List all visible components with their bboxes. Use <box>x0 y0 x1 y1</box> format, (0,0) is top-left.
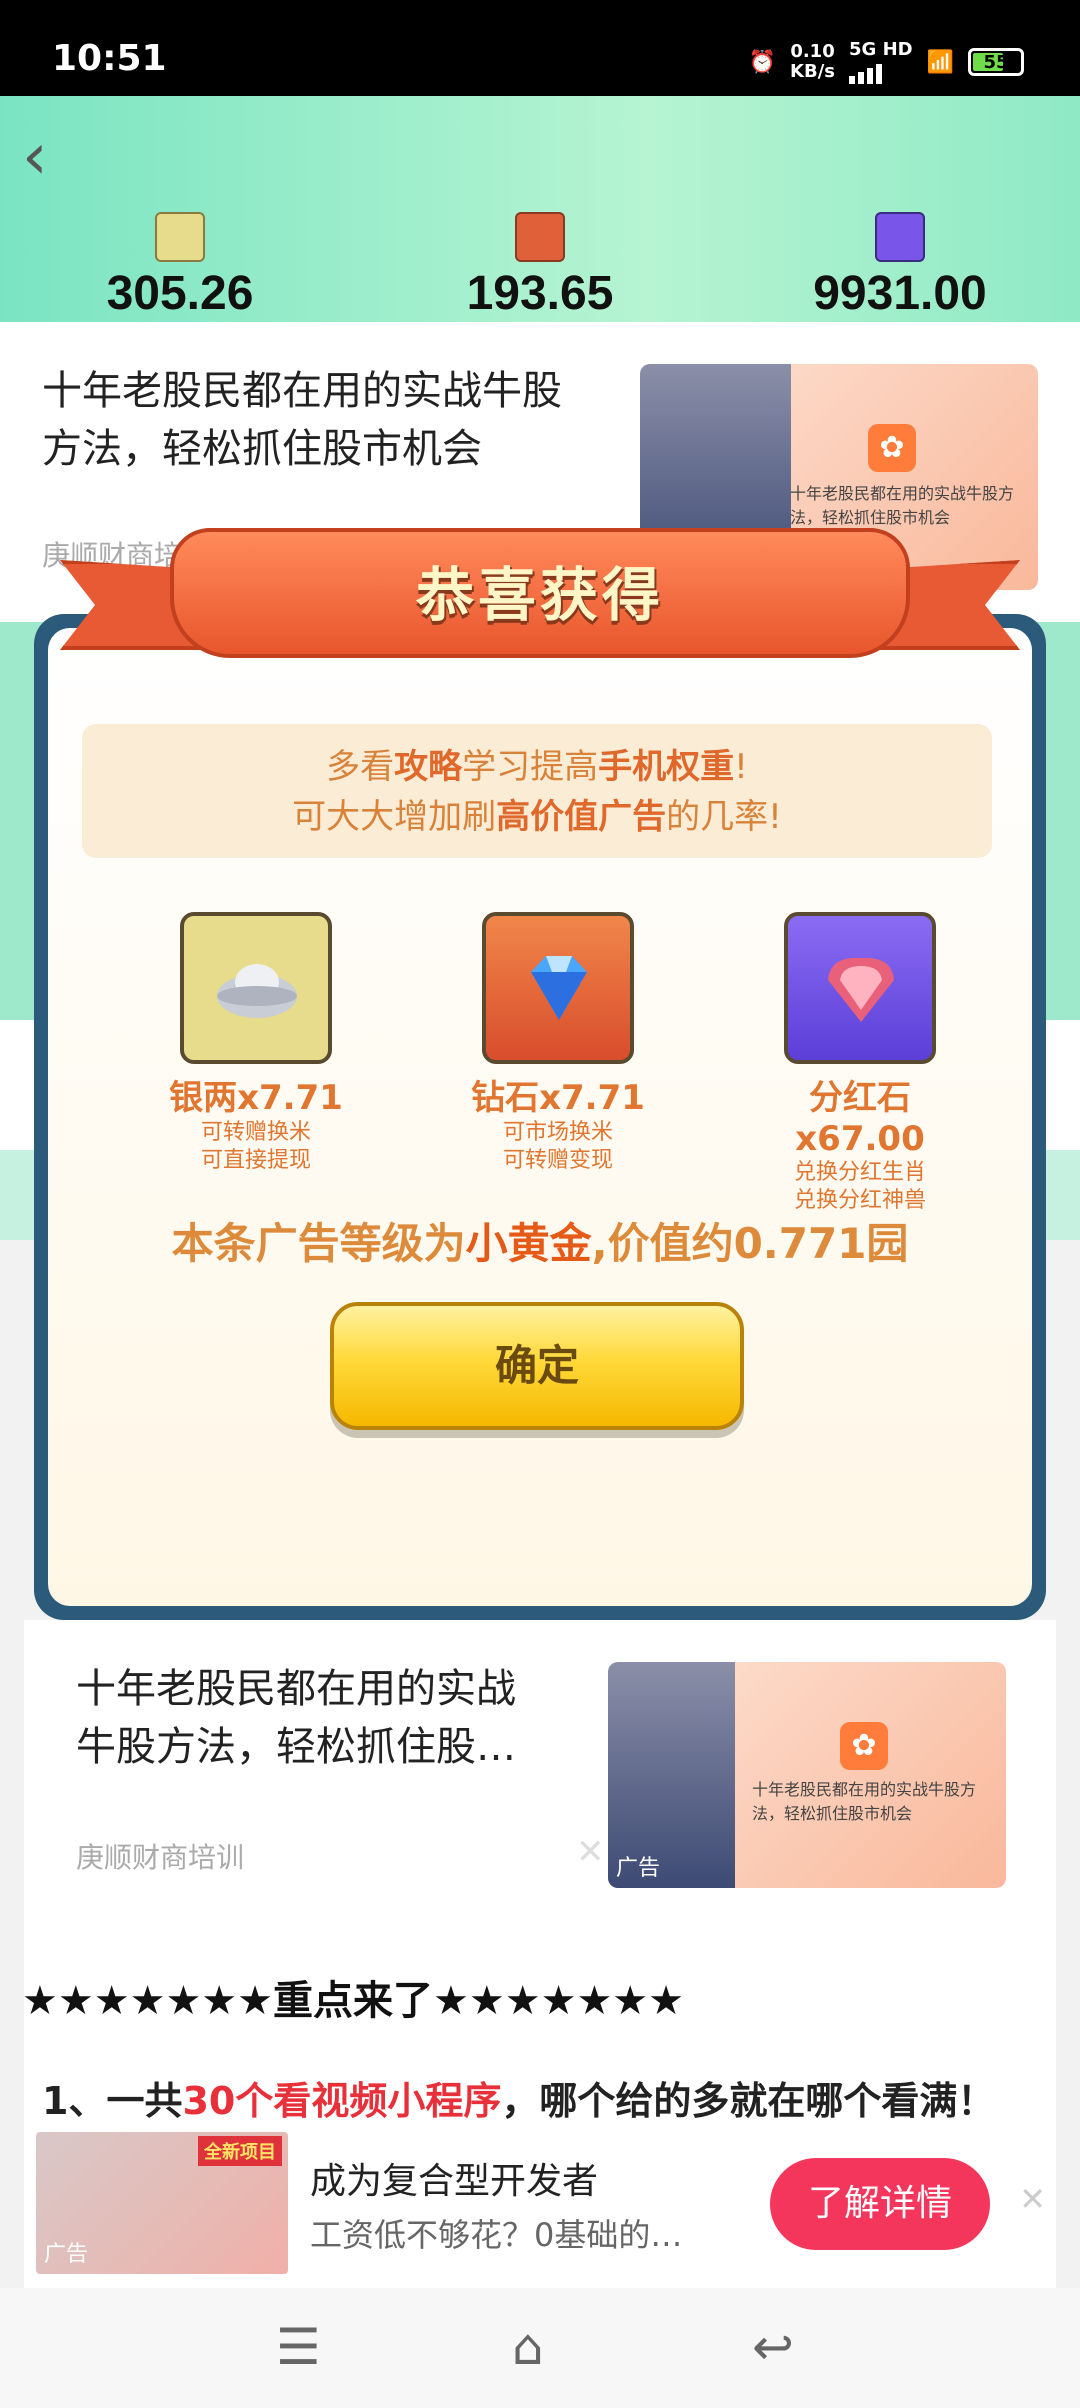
stat-silver: 305.26 <box>30 212 330 321</box>
tip-highlight: 手机权重 <box>598 747 735 787</box>
rule-1-highlight: 30个看视频小程序 <box>182 2079 502 2123</box>
rule-1: 1、一共30个看视频小程序，哪个给的多就在哪个看满！ <box>42 2070 995 2125</box>
status-icons: ⏰ 0.10 KB/s 5G HD 📶 55 <box>749 40 1024 84</box>
header: ‹ 305.26 193.65 9931.00 <box>0 96 1080 322</box>
system-nav-bar: ☰ ⌂ ↩ <box>0 2288 1080 2408</box>
close-icon[interactable]: ✕ <box>576 1832 605 1872</box>
tip-line-2: 可大大增加刷高价值广告的几率! <box>82 792 992 842</box>
app-icon: ✿ <box>840 1722 888 1770</box>
learn-more-button[interactable]: 了解详情 <box>770 2158 990 2250</box>
tip-box: 多看攻略学习提高手机权重! 可大大增加刷高价值广告的几率! <box>82 724 992 858</box>
bottom-ad-title: 成为复合型开发者 <box>310 2161 599 2202</box>
rule-1-prefix: 1、一共 <box>42 2079 183 2123</box>
network-label: 5G HD <box>849 39 913 60</box>
close-icon[interactable]: ✕ <box>1019 2180 1046 2218</box>
diamond-icon <box>482 912 634 1064</box>
reward-desc: 可市场换米 <box>502 1120 613 1145</box>
value-suffix: ,价值约0.771园 <box>591 1219 909 1268</box>
bottom-ad-label: 广告 <box>44 2242 89 2267</box>
net-speed-value: 0.10 <box>790 41 835 62</box>
reward-name: 钻石x7.71 <box>471 1078 645 1118</box>
ad-value-line: 本条广告等级为小黄金,价值约0.771园 <box>48 1210 1032 1271</box>
wifi-icon: 📶 <box>926 49 954 75</box>
reward-silver: 银两x7.71 可转赠换米 可直接提现 <box>146 912 366 1175</box>
reward-desc: 兑换分红生肖 <box>793 1160 926 1185</box>
menu-icon[interactable]: ☰ <box>276 2318 321 2376</box>
back-icon[interactable]: ‹ <box>22 120 48 194</box>
silver-ingot-icon <box>155 212 205 262</box>
rule-1-suffix: ，哪个给的多就在哪个看满！ <box>501 2079 996 2123</box>
reward-name: 银两x7.71 <box>169 1078 343 1118</box>
bottom-ad-subtitle: 工资低不够花？0基础的… <box>310 2216 683 2254</box>
tip-text: 多看 <box>326 747 395 787</box>
bottom-banner-ad[interactable]: 全新项目 广告 成为复合型开发者 工资低不够花？0基础的… 了解详情 ✕ <box>24 2124 1056 2288</box>
bottom-ad-thumbnail[interactable]: 全新项目 广告 <box>36 2132 288 2274</box>
tip-line-1: 多看攻略学习提高手机权重! <box>82 742 992 792</box>
stat-diamond-value: 193.65 <box>466 267 614 320</box>
stars-heading: ★★★★★★★重点来了★★★★★★★ <box>22 1978 685 2024</box>
net-speed-unit: KB/s <box>790 61 836 82</box>
ad1-title-line1: 十年老股民都在用的实战牛股 <box>42 368 562 414</box>
ad2-title-line2: 牛股方法，轻松抓住股… <box>76 1724 516 1770</box>
ad1-title-line2: 方法，轻松抓住股市机会 <box>42 426 482 472</box>
ad2-thumbnail[interactable]: ✿ 十年老股民都在用的实战牛股方法，轻松抓住股市机会 广告 <box>608 1662 1006 1888</box>
stat-ruby: 9931.00 <box>750 212 1050 321</box>
status-bar: 10:51 ⏰ 0.10 KB/s 5G HD 📶 55 <box>0 0 1080 96</box>
status-time: 10:51 <box>52 38 167 79</box>
modal-title: 恭喜获得 <box>415 561 664 629</box>
back-nav-icon[interactable]: ↩ <box>752 2318 794 2376</box>
diamond-icon <box>515 212 565 262</box>
tip-text: 的几率! <box>666 797 782 837</box>
reward-ruby: 分红石x67.00 兑换分红生肖 兑换分红神兽 <box>750 912 970 1215</box>
reward-desc: 可转赠换米 <box>200 1120 311 1145</box>
tip-highlight: 攻略 <box>394 747 463 787</box>
reward-name: 分红石x67.00 <box>795 1078 925 1159</box>
silver-ingot-icon <box>180 912 332 1064</box>
stat-diamond: 193.65 <box>390 212 690 321</box>
reward-modal: 多看攻略学习提高手机权重! 可大大增加刷高价值广告的几率! 银两x7.71 可转… <box>34 614 1046 1620</box>
battery-level: 55 <box>983 52 1009 73</box>
tip-text: 学习提高 <box>462 747 599 787</box>
battery-icon: 55 <box>968 48 1024 76</box>
ad2-thumb-text: 十年老股民都在用的实战牛股方法，轻松抓住股市机会 <box>752 1780 977 1823</box>
ruby-icon <box>784 912 936 1064</box>
ruby-icon <box>875 212 925 262</box>
reward-diamond: 钻石x7.71 可市场换米 可转赠变现 <box>448 912 668 1175</box>
confirm-button[interactable]: 确定 <box>330 1302 744 1430</box>
network-indicator: 5G HD <box>849 40 913 84</box>
tip-text: 可大大增加刷 <box>292 797 497 837</box>
signal-icon <box>849 60 913 84</box>
ad2-source: 庚顺财商培训 <box>76 1841 245 1874</box>
reward-desc: 可直接提现 <box>200 1148 311 1173</box>
stat-silver-value: 305.26 <box>106 267 254 320</box>
value-prefix: 本条广告等级为 <box>171 1219 466 1268</box>
stat-ruby-value: 9931.00 <box>813 267 987 320</box>
modal-title-ribbon: 恭喜获得 <box>60 520 1020 670</box>
reward-modal-body: 多看攻略学习提高手机权重! 可大大增加刷高价值广告的几率! 银两x7.71 可转… <box>48 628 1032 1606</box>
tip-highlight: 高价值广告 <box>496 797 667 837</box>
app-icon: ✿ <box>868 424 916 472</box>
tip-text: ! <box>734 747 748 787</box>
home-icon[interactable]: ⌂ <box>512 2318 544 2376</box>
reward-desc: 可转赠变现 <box>502 1148 613 1173</box>
alarm-icon: ⏰ <box>748 49 777 75</box>
value-level: 小黄金 <box>465 1219 592 1268</box>
bottom-ad-tag: 全新项目 <box>198 2136 282 2166</box>
net-speed: 0.10 KB/s <box>790 42 835 82</box>
ad2-ad-label: 广告 <box>616 1856 661 1881</box>
ad2-title-line1: 十年老股民都在用的实战 <box>76 1666 516 1712</box>
